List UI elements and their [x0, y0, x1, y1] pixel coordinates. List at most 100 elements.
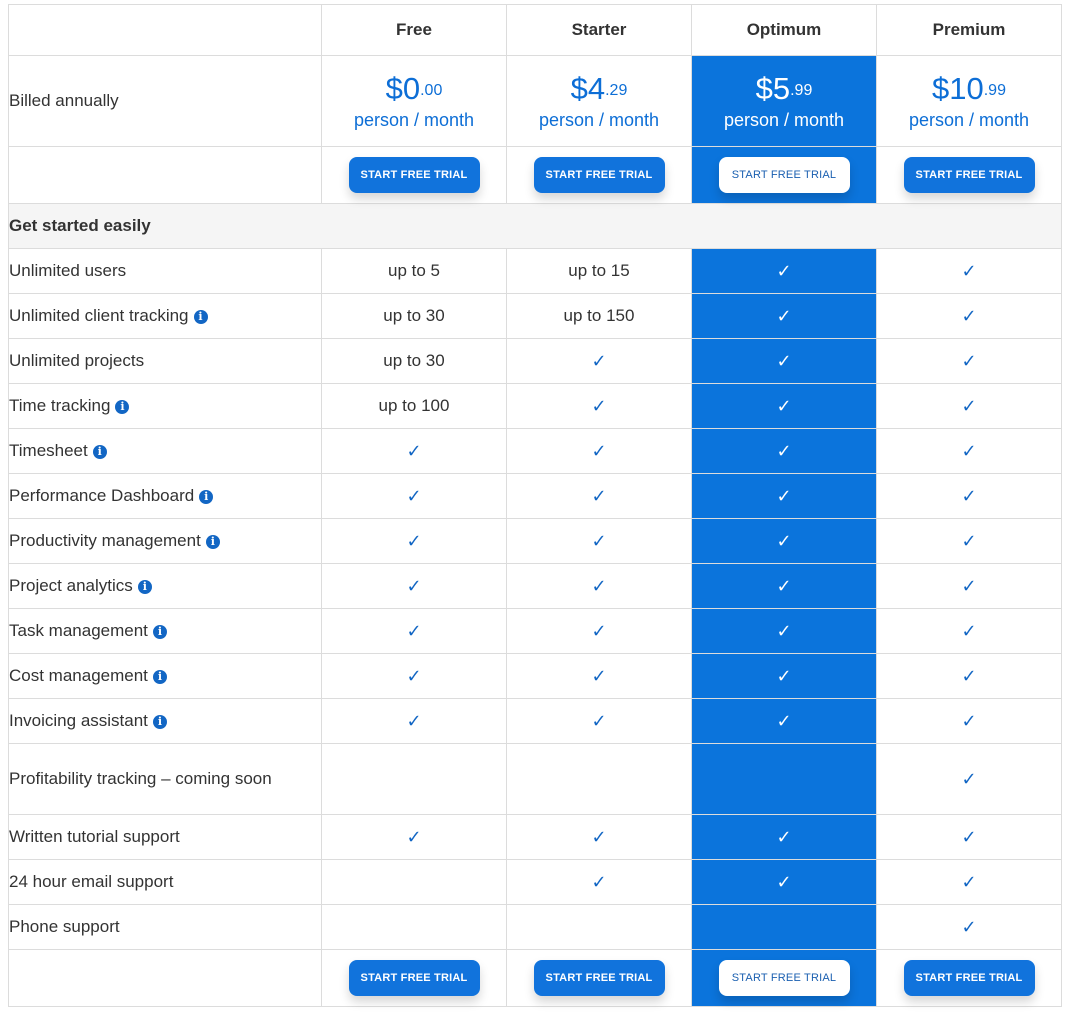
- check-icon: ✓: [776, 350, 792, 371]
- feature-label-cell: Productivity management i: [8, 518, 322, 564]
- feature-value-starter: ✓: [506, 338, 692, 384]
- feature-row: Productivity management i ✓ ✓ ✓ ✓: [8, 518, 1062, 564]
- check-icon: ✓: [961, 575, 977, 596]
- check-icon: ✓: [406, 575, 422, 596]
- start-free-trial-button-starter[interactable]: START FREE TRIAL: [533, 157, 665, 193]
- feature-value-starter: ✓: [506, 383, 692, 429]
- feature-value-starter: ✓: [506, 473, 692, 519]
- feature-row: Unlimited client tracking i up to 30 up to …: [8, 293, 1062, 339]
- check-icon: ✓: [961, 260, 977, 281]
- feature-value-premium: ✓: [876, 743, 1062, 815]
- feature-value-premium: ✓: [876, 698, 1062, 744]
- feature-list: Unlimited users up to 5 up to 15 ✓ ✓ Unlimite…: [8, 248, 1062, 950]
- check-icon: ✓: [776, 575, 792, 596]
- check-icon: ✓: [961, 485, 977, 506]
- feature-label: Invoicing assistant: [9, 711, 148, 730]
- pricing-table: Free Starter Optimum Premium Billed annu…: [8, 4, 1062, 1007]
- feature-label: Written tutorial support: [9, 827, 180, 846]
- feature-value-text: up to 30: [383, 351, 445, 370]
- feature-value-premium: ✓: [876, 338, 1062, 384]
- billing-label: Billed annually: [8, 55, 322, 147]
- feature-value-starter: [506, 904, 692, 950]
- info-icon[interactable]: i: [92, 445, 107, 459]
- cta-row-top: START FREE TRIAL START FREE TRIAL START …: [8, 146, 1062, 204]
- check-icon: ✓: [961, 395, 977, 416]
- info-icon[interactable]: i: [199, 490, 214, 504]
- feature-value-premium: ✓: [876, 653, 1062, 699]
- check-icon: ✓: [961, 350, 977, 371]
- feature-row: Unlimited projects up to 30 ✓ ✓ ✓: [8, 338, 1062, 384]
- start-free-trial-button-starter[interactable]: START FREE TRIAL: [533, 960, 665, 996]
- feature-label: Unlimited users: [9, 261, 127, 280]
- feature-value-free: [321, 859, 507, 905]
- check-icon: ✓: [961, 440, 977, 461]
- feature-label: Cost management: [9, 666, 148, 685]
- check-icon: ✓: [406, 826, 422, 847]
- feature-value-text: up to 100: [378, 396, 450, 415]
- info-icon[interactable]: i: [152, 715, 167, 729]
- check-icon: ✓: [776, 395, 792, 416]
- feature-value-optimum: ✓: [691, 518, 877, 564]
- feature-value-free: ✓: [321, 563, 507, 609]
- check-icon: ✓: [591, 575, 607, 596]
- info-icon[interactable]: i: [152, 625, 167, 639]
- start-free-trial-button-optimum[interactable]: START FREE TRIAL: [718, 157, 850, 193]
- feature-value-optimum: ✓: [691, 428, 877, 474]
- check-icon: ✓: [591, 710, 607, 731]
- plan-name-premium: Premium: [876, 4, 1062, 56]
- feature-value-starter: ✓: [506, 698, 692, 744]
- check-icon: ✓: [961, 768, 977, 789]
- info-icon[interactable]: i: [115, 400, 130, 414]
- feature-label-cell: Profitability tracking – coming soon: [8, 743, 322, 815]
- feature-value-free: up to 5: [321, 248, 507, 294]
- feature-value-starter: ✓: [506, 653, 692, 699]
- check-icon: ✓: [961, 665, 977, 686]
- feature-label: Profitability tracking – coming soon: [9, 769, 272, 788]
- info-icon[interactable]: i: [152, 670, 167, 684]
- price-amount: $10: [932, 70, 984, 106]
- start-free-trial-button-free[interactable]: START FREE TRIAL: [348, 157, 480, 193]
- start-free-trial-button-optimum[interactable]: START FREE TRIAL: [718, 960, 850, 996]
- start-free-trial-button-premium[interactable]: START FREE TRIAL: [903, 157, 1035, 193]
- feature-label-cell: Project analytics i: [8, 563, 322, 609]
- price-cents: .29: [605, 81, 628, 99]
- feature-value-optimum: ✓: [691, 383, 877, 429]
- feature-value-starter: ✓: [506, 814, 692, 860]
- feature-value-starter: ✓: [506, 563, 692, 609]
- feature-value-starter: [506, 743, 692, 815]
- info-icon[interactable]: i: [205, 535, 220, 549]
- feature-value-optimum: ✓: [691, 653, 877, 699]
- start-free-trial-button-premium[interactable]: START FREE TRIAL: [903, 960, 1035, 996]
- check-icon: ✓: [406, 710, 422, 731]
- feature-label: Task management: [9, 621, 148, 640]
- feature-label-cell: Task management i: [8, 608, 322, 654]
- feature-label: Productivity management: [9, 531, 201, 550]
- feature-row: Written tutorial support ✓ ✓ ✓ ✓: [8, 814, 1062, 860]
- feature-label: Unlimited client tracking: [9, 306, 189, 325]
- feature-value-free: up to 30: [321, 293, 507, 339]
- feature-value-premium: ✓: [876, 608, 1062, 654]
- feature-value-text: up to 150: [563, 306, 635, 325]
- feature-row: Unlimited users up to 5 up to 15 ✓ ✓: [8, 248, 1062, 294]
- section-row: Get started easily: [8, 203, 1062, 249]
- feature-value-optimum: ✓: [691, 338, 877, 384]
- check-icon: ✓: [776, 710, 792, 731]
- info-icon[interactable]: i: [137, 580, 152, 594]
- check-icon: ✓: [776, 665, 792, 686]
- info-icon[interactable]: i: [193, 310, 208, 324]
- check-icon: ✓: [591, 530, 607, 551]
- check-icon: ✓: [776, 530, 792, 551]
- feature-value-text: up to 15: [568, 261, 630, 280]
- feature-value-free: up to 30: [321, 338, 507, 384]
- feature-value-free: up to 100: [321, 383, 507, 429]
- header-blank-cell: [8, 4, 322, 56]
- feature-label: Timesheet: [9, 441, 88, 460]
- check-icon: ✓: [591, 395, 607, 416]
- feature-value-free: ✓: [321, 814, 507, 860]
- feature-value-starter: up to 15: [506, 248, 692, 294]
- feature-label: Phone support: [9, 917, 120, 936]
- feature-row: Phone support ✓: [8, 904, 1062, 950]
- feature-label-cell: Unlimited projects: [8, 338, 322, 384]
- start-free-trial-button-free[interactable]: START FREE TRIAL: [348, 960, 480, 996]
- feature-value-premium: ✓: [876, 248, 1062, 294]
